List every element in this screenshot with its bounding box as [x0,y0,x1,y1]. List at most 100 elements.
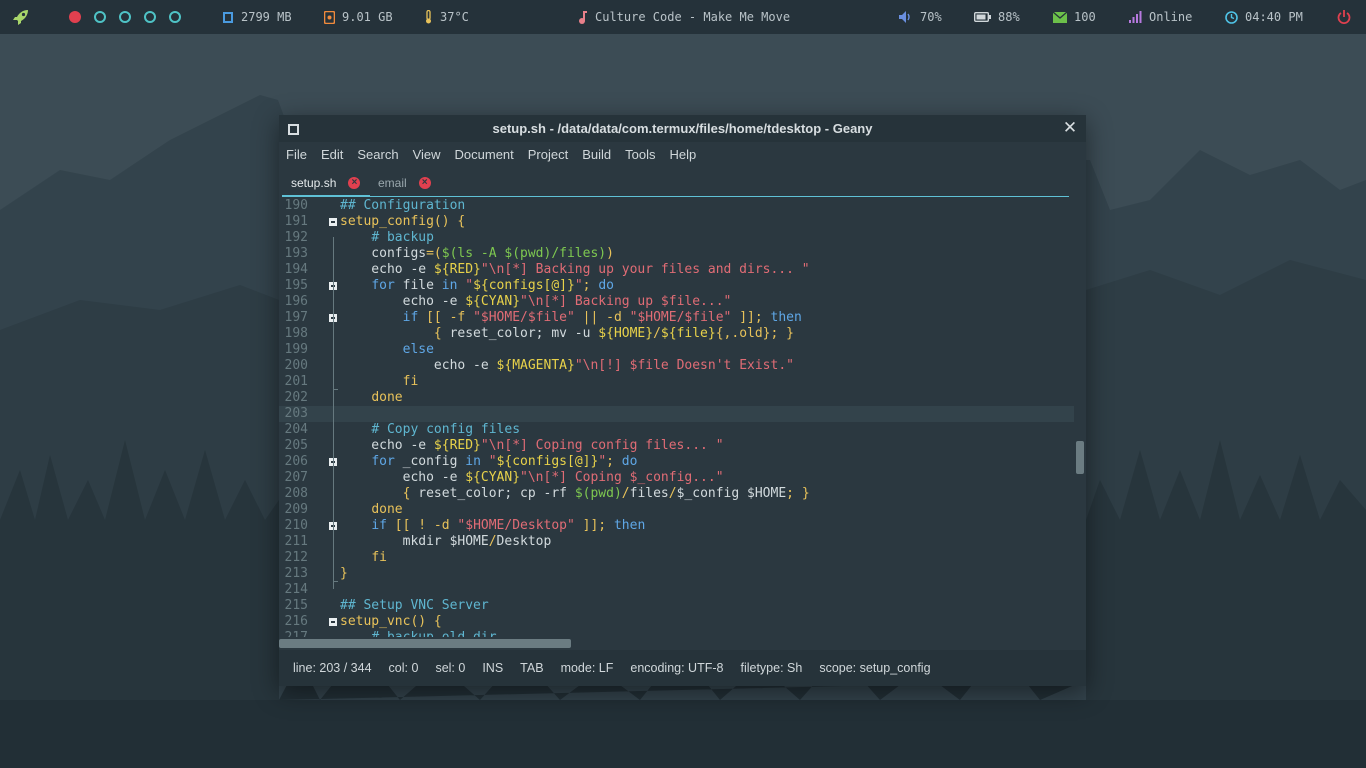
code-line[interactable]: 191 setup_config() { [279,214,1074,230]
workspace-4-indicator[interactable] [144,11,156,23]
code-line[interactable]: 215 ## Setup VNC Server [279,598,1074,614]
code-line[interactable]: 198 { reset_color; mv -u ${HOME}/${file}… [279,326,1074,342]
code-text: echo -e ${RED}"\n[*] Backing up your fil… [340,262,809,278]
network-module[interactable]: Online [1129,0,1192,34]
status-sel: sel: 0 [435,661,466,675]
workspace-2-indicator[interactable] [94,11,106,23]
code-text: if [[ ! -d "$HOME/Desktop" ]]; then [340,518,645,534]
code-line[interactable]: 207 echo -e ${CYAN}"\n[*] Coping $_confi… [279,470,1074,486]
code-text: done [340,502,403,518]
rocket-icon [13,10,28,25]
code-line[interactable]: 193 configs=($(ls -A $(pwd)/files)) [279,246,1074,262]
code-token: setup_config [340,214,434,229]
code-line[interactable]: 211 mkdir $HOME/Desktop [279,534,1074,550]
menu-build[interactable]: Build [575,144,618,166]
close-tab-icon[interactable]: × [418,176,431,189]
power-button[interactable] [1337,0,1351,34]
status-tab: TAB [520,661,544,675]
menu-file[interactable]: File [279,144,314,166]
code-token: # backup [371,230,434,245]
code-line[interactable]: 194 echo -e ${RED}"\n[*] Backing up your… [279,262,1074,278]
code-line[interactable]: 202 done [279,390,1074,406]
code-line[interactable]: 216 setup_vnc() { [279,614,1074,630]
code-line[interactable]: 209 done [279,502,1074,518]
code-line[interactable]: 190 ## Configuration [279,198,1074,214]
code-token: echo -e [340,358,497,373]
code-text: } [340,566,348,582]
code-line[interactable]: 195 for file in "${configs[@]}"; do [279,278,1074,294]
window-title: setup.sh - /data/data/com.termux/files/h… [492,121,873,136]
code-line[interactable]: 212 fi [279,550,1074,566]
horizontal-scrollbar[interactable] [279,639,571,648]
status-encoding: encoding: UTF-8 [630,661,724,675]
code-line[interactable]: 199 else [279,342,1074,358]
menu-tools[interactable]: Tools [618,144,662,166]
menu-edit[interactable]: Edit [314,144,350,166]
fold-toggle-icon[interactable] [329,218,337,226]
menu-project[interactable]: Project [521,144,575,166]
mail-module[interactable]: 100 [1053,0,1096,34]
menu-document[interactable]: Document [448,144,521,166]
menubar: File Edit Search View Document Project B… [279,144,703,166]
close-icon[interactable]: ✕ [1062,119,1078,136]
line-number: 196 [284,294,308,309]
code-line[interactable]: 197 if [[ -f "$HOME/$file" || -d "$HOME/… [279,310,1074,326]
tab-setup-sh[interactable]: setup.sh × [291,170,361,195]
code-token: ; } [786,486,810,501]
code-editor[interactable]: 190 ## Configuration 191 setup_config() {19… [279,197,1086,638]
volume-module[interactable]: 70% [899,0,942,34]
status-scope: scope: setup_config [819,661,931,675]
code-token: done [371,502,403,517]
code-line[interactable]: 196 echo -e ${CYAN}"\n[*] Backing up $fi… [279,294,1074,310]
code-line[interactable]: 192 # backup [279,230,1074,246]
code-line[interactable]: 204 # Copy config files [279,422,1074,438]
fold-toggle-icon[interactable] [329,618,337,626]
menu-search[interactable]: Search [350,144,405,166]
code-text: if [[ -f "$HOME/$file" || -d "$HOME/$fil… [340,310,802,326]
code-text: { reset_color; cp -rf $(pwd)/files/$_con… [340,486,810,502]
disk-value: 9.01 GB [342,10,393,24]
top-panel: 2799 MB 9.01 GB 37°C Culture Code - Make… [0,0,1366,34]
code-text: echo -e ${CYAN}"\n[*] Backing up $file..… [340,294,732,310]
code-token: if [371,518,387,533]
window-titlebar[interactable]: setup.sh - /data/data/com.termux/files/h… [279,115,1086,142]
code-line[interactable]: 213} [279,566,1074,582]
launcher-button[interactable] [12,0,30,34]
workspace-1-indicator[interactable] [69,11,81,23]
vertical-scrollbar[interactable] [1076,441,1084,474]
battery-icon [974,12,991,22]
code-token: () { [433,214,466,229]
code-token: ${configs[@]} [496,454,599,469]
menu-view[interactable]: View [406,144,448,166]
code-token: ${RED} [433,438,481,453]
code-token: fi [371,550,387,565]
code-line[interactable]: 208 { reset_color; cp -rf $(pwd)/files/$… [279,486,1074,502]
workspace-5-indicator[interactable] [169,11,181,23]
code-line[interactable]: 201 fi [279,374,1074,390]
workspace-3-indicator[interactable] [119,11,131,23]
code-line[interactable]: 200 echo -e ${MAGENTA}"\n[!] $file Doesn… [279,358,1074,374]
code-line[interactable]: 210 if [[ ! -d "$HOME/Desktop" ]]; then [279,518,1074,534]
line-number: 205 [284,438,308,453]
code-token: ]]; [574,518,614,533]
music-module[interactable]: Culture Code - Make Me Move [578,0,790,34]
code-token: do [621,454,638,469]
code-line[interactable]: 206 for _config in "${configs[@]}"; do [279,454,1074,470]
close-tab-icon[interactable]: × [348,176,361,189]
code-line[interactable]: 214 [279,582,1074,598]
fold-marker-end [333,389,338,390]
code-text: mkdir $HOME/Desktop [340,534,552,550]
code-token: ${HOME} [598,326,654,341]
menu-help[interactable]: Help [663,144,704,166]
mail-icon [1053,11,1067,23]
code-line[interactable]: 205 echo -e ${RED}"\n[*] Coping config f… [279,438,1074,454]
clock-module[interactable]: 04:40 PM [1225,0,1303,34]
network-status: Online [1149,10,1193,24]
tab-email[interactable]: email × [378,170,431,195]
disk-icon [324,10,335,24]
code-line[interactable]: 203 [279,406,1074,422]
code-text: ## Setup VNC Server [340,598,489,614]
code-token: / [488,534,497,549]
code-token: for [371,454,395,469]
